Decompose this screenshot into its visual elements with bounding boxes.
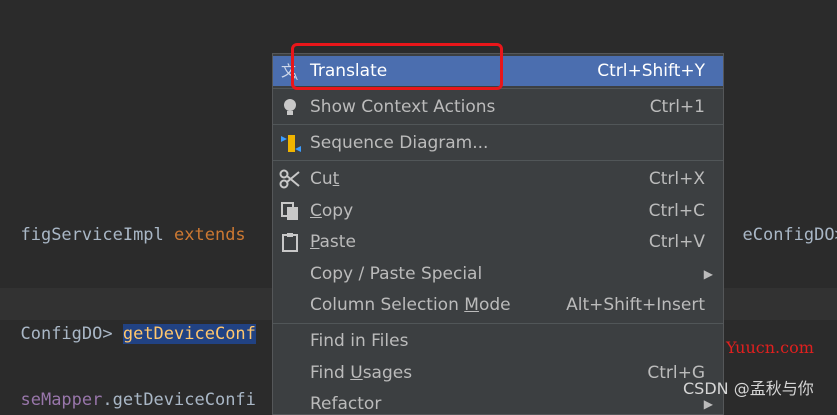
mnemonic: t	[332, 169, 340, 189]
menu-item-sequence-diagram[interactable]: Sequence Diagram...	[273, 128, 723, 158]
code-field: seMapper	[20, 390, 103, 410]
menu-item-label: Copy	[310, 196, 353, 226]
code-text: figServiceImpl	[20, 225, 175, 245]
menu-item-label: Find in Files	[310, 331, 409, 351]
label-part: ode	[478, 295, 511, 315]
menu-item-shortcut: Ctrl+Shift+Y	[597, 61, 705, 81]
scissors-icon	[279, 169, 300, 189]
mnemonic: U	[350, 363, 363, 383]
label-part: aste	[319, 232, 356, 252]
menu-item-find-usages[interactable]: Find Usages Ctrl+G	[273, 358, 723, 388]
code-line-class-decl-tail: eConfigDO>	[722, 190, 837, 245]
menu-item-label: Column Selection Mode	[310, 290, 511, 320]
selected-method-name[interactable]: getDeviceConf	[122, 324, 256, 344]
sequence-diagram-icon	[281, 135, 301, 152]
code-text: eConfigDO>	[742, 225, 837, 245]
label-part: Cu	[310, 169, 333, 189]
menu-item-label: Sequence Diagram...	[310, 133, 489, 153]
menu-item-label: Copy / Paste Special	[310, 264, 483, 284]
menu-item-label: Find Usages	[310, 358, 412, 388]
label-part: Column Selection	[310, 295, 465, 315]
watermark-author: CSDN @孟秋与你	[683, 379, 814, 398]
label-part: Find	[310, 363, 351, 383]
menu-item-label: Paste	[310, 227, 356, 257]
menu-item-copy[interactable]: Copy Ctrl+C	[273, 196, 723, 226]
code-text: ConfigDO>	[20, 324, 123, 344]
editor-context-menu: 文 A Translate Ctrl+Shift+Y Show Context …	[272, 53, 724, 415]
menu-item-label: Refactor	[310, 394, 382, 414]
watermark-site: Yuucn.com	[726, 338, 814, 357]
red-highlight-box	[291, 43, 503, 90]
menu-item-shortcut: Ctrl+V	[648, 232, 705, 252]
menu-item-cut[interactable]: Cut Ctrl+X	[273, 164, 723, 194]
code-line-mapper-call: seMapper.getDeviceConfi	[0, 355, 255, 410]
keyword-extends: extends	[174, 225, 246, 245]
label-part: sages	[362, 363, 413, 383]
menu-item-show-context-actions[interactable]: Show Context Actions Ctrl+1	[273, 92, 723, 122]
lightbulb-icon	[284, 99, 296, 115]
chevron-right-icon: ▶	[703, 267, 713, 281]
menu-item-column-selection-mode[interactable]: Column Selection Mode Alt+Shift+Insert	[273, 290, 723, 320]
menu-item-refactor[interactable]: Refactor ▶	[273, 389, 723, 414]
menu-separator	[273, 160, 723, 161]
menu-separator	[273, 124, 723, 125]
code-line-class-decl: figServiceImpl extends	[0, 190, 245, 245]
mnemonic: M	[464, 295, 479, 315]
menu-item-shortcut: Alt+Shift+Insert	[566, 295, 705, 315]
menu-separator	[273, 323, 723, 324]
mnemonic: P	[310, 232, 320, 252]
menu-item-label: Show Context Actions	[310, 97, 496, 117]
code-line-method-decl: ConfigDO> getDeviceConf	[0, 289, 256, 344]
copy-icon	[281, 202, 298, 220]
mnemonic: C	[310, 201, 322, 221]
menu-item-paste[interactable]: Paste Ctrl+V	[273, 227, 723, 257]
clipboard-icon	[282, 233, 298, 252]
menu-item-shortcut: Ctrl+X	[648, 169, 705, 189]
menu-item-copy-paste-special[interactable]: Copy / Paste Special ▶	[273, 259, 723, 289]
menu-item-label: Cut	[310, 164, 339, 194]
menu-item-find-in-files[interactable]: Find in Files	[273, 326, 723, 356]
menu-item-shortcut: Ctrl+C	[648, 201, 705, 221]
label-part: opy	[321, 201, 354, 221]
menu-item-shortcut: Ctrl+1	[649, 97, 705, 117]
code-text: .getDeviceConfi	[102, 390, 256, 410]
